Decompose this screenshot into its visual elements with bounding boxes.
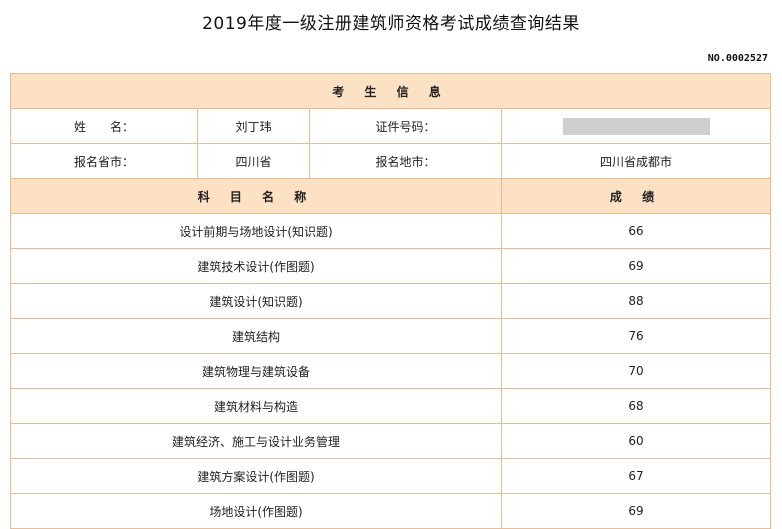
table-row: 建筑结构 76 [10,318,772,354]
table-row: 建筑方案设计(作图题) 67 [10,458,772,494]
subject-score: 88 [500,283,772,319]
table-row: 建筑技术设计(作图题) 69 [10,248,772,284]
subject-score: 69 [500,493,772,529]
province-value: 四川省 [197,143,310,179]
candidate-location-row: 报名省市： 四川省 报名地市： 四川省成都市 [10,143,772,179]
table-row: 场地设计(作图题) 69 [10,493,772,529]
table-row: 建筑材料与构造 68 [10,388,772,424]
name-label: 姓 名： [10,108,198,144]
city-label: 报名地市： [309,143,502,179]
score-column-header: 成 绩 [500,178,772,214]
subject-name: 建筑结构 [10,318,502,354]
subject-score: 67 [500,458,772,494]
candidate-info-header-row: 考 生 信 息 [9,73,772,109]
subject-score: 66 [500,213,772,249]
table-row: 建筑设计(知识题) 88 [10,283,772,319]
candidate-info-header: 考 生 信 息 [9,73,772,109]
serial-number: NO.0002527 [707,53,768,64]
table-row: 设计前期与场地设计(知识题) 66 [10,213,772,249]
subject-name: 建筑经济、施工与设计业务管理 [10,423,502,459]
subject-name: 设计前期与场地设计(知识题) [10,213,502,249]
subject-name: 建筑物理与建筑设备 [10,353,502,389]
subject-name: 场地设计(作图题) [10,493,502,529]
subject-score: 60 [500,423,772,459]
table-row: 建筑经济、施工与设计业务管理 60 [10,423,772,459]
subject-score: 76 [500,318,772,354]
subject-name: 建筑技术设计(作图题) [10,248,502,284]
city-value: 四川省成都市 [500,143,772,179]
subject-score: 68 [500,388,772,424]
subject-name: 建筑材料与构造 [10,388,502,424]
subject-score: 70 [500,353,772,389]
page-title: 2019年度一级注册建筑师资格考试成绩查询结果 [202,14,580,34]
province-label: 报名省市： [10,143,198,179]
name-value: 刘丁玮 [197,108,310,144]
subject-name: 建筑设计(知识题) [10,283,502,319]
subject-name: 建筑方案设计(作图题) [10,458,502,494]
id-label: 证件号码： [309,108,502,144]
table-row: 建筑物理与建筑设备 70 [10,353,772,389]
id-value-cell [500,108,772,144]
result-table: 考 生 信 息 姓 名： 刘丁玮 证件号码： 报名省市： 四川省 报名地市： 四… [9,73,772,529]
candidate-name-row: 姓 名： 刘丁玮 证件号码： [10,108,772,144]
subject-column-header: 科 目 名 称 [10,178,502,214]
redacted-id-bar [562,117,710,135]
subject-score: 69 [500,248,772,284]
score-header-row: 科 目 名 称 成 绩 [10,178,772,214]
